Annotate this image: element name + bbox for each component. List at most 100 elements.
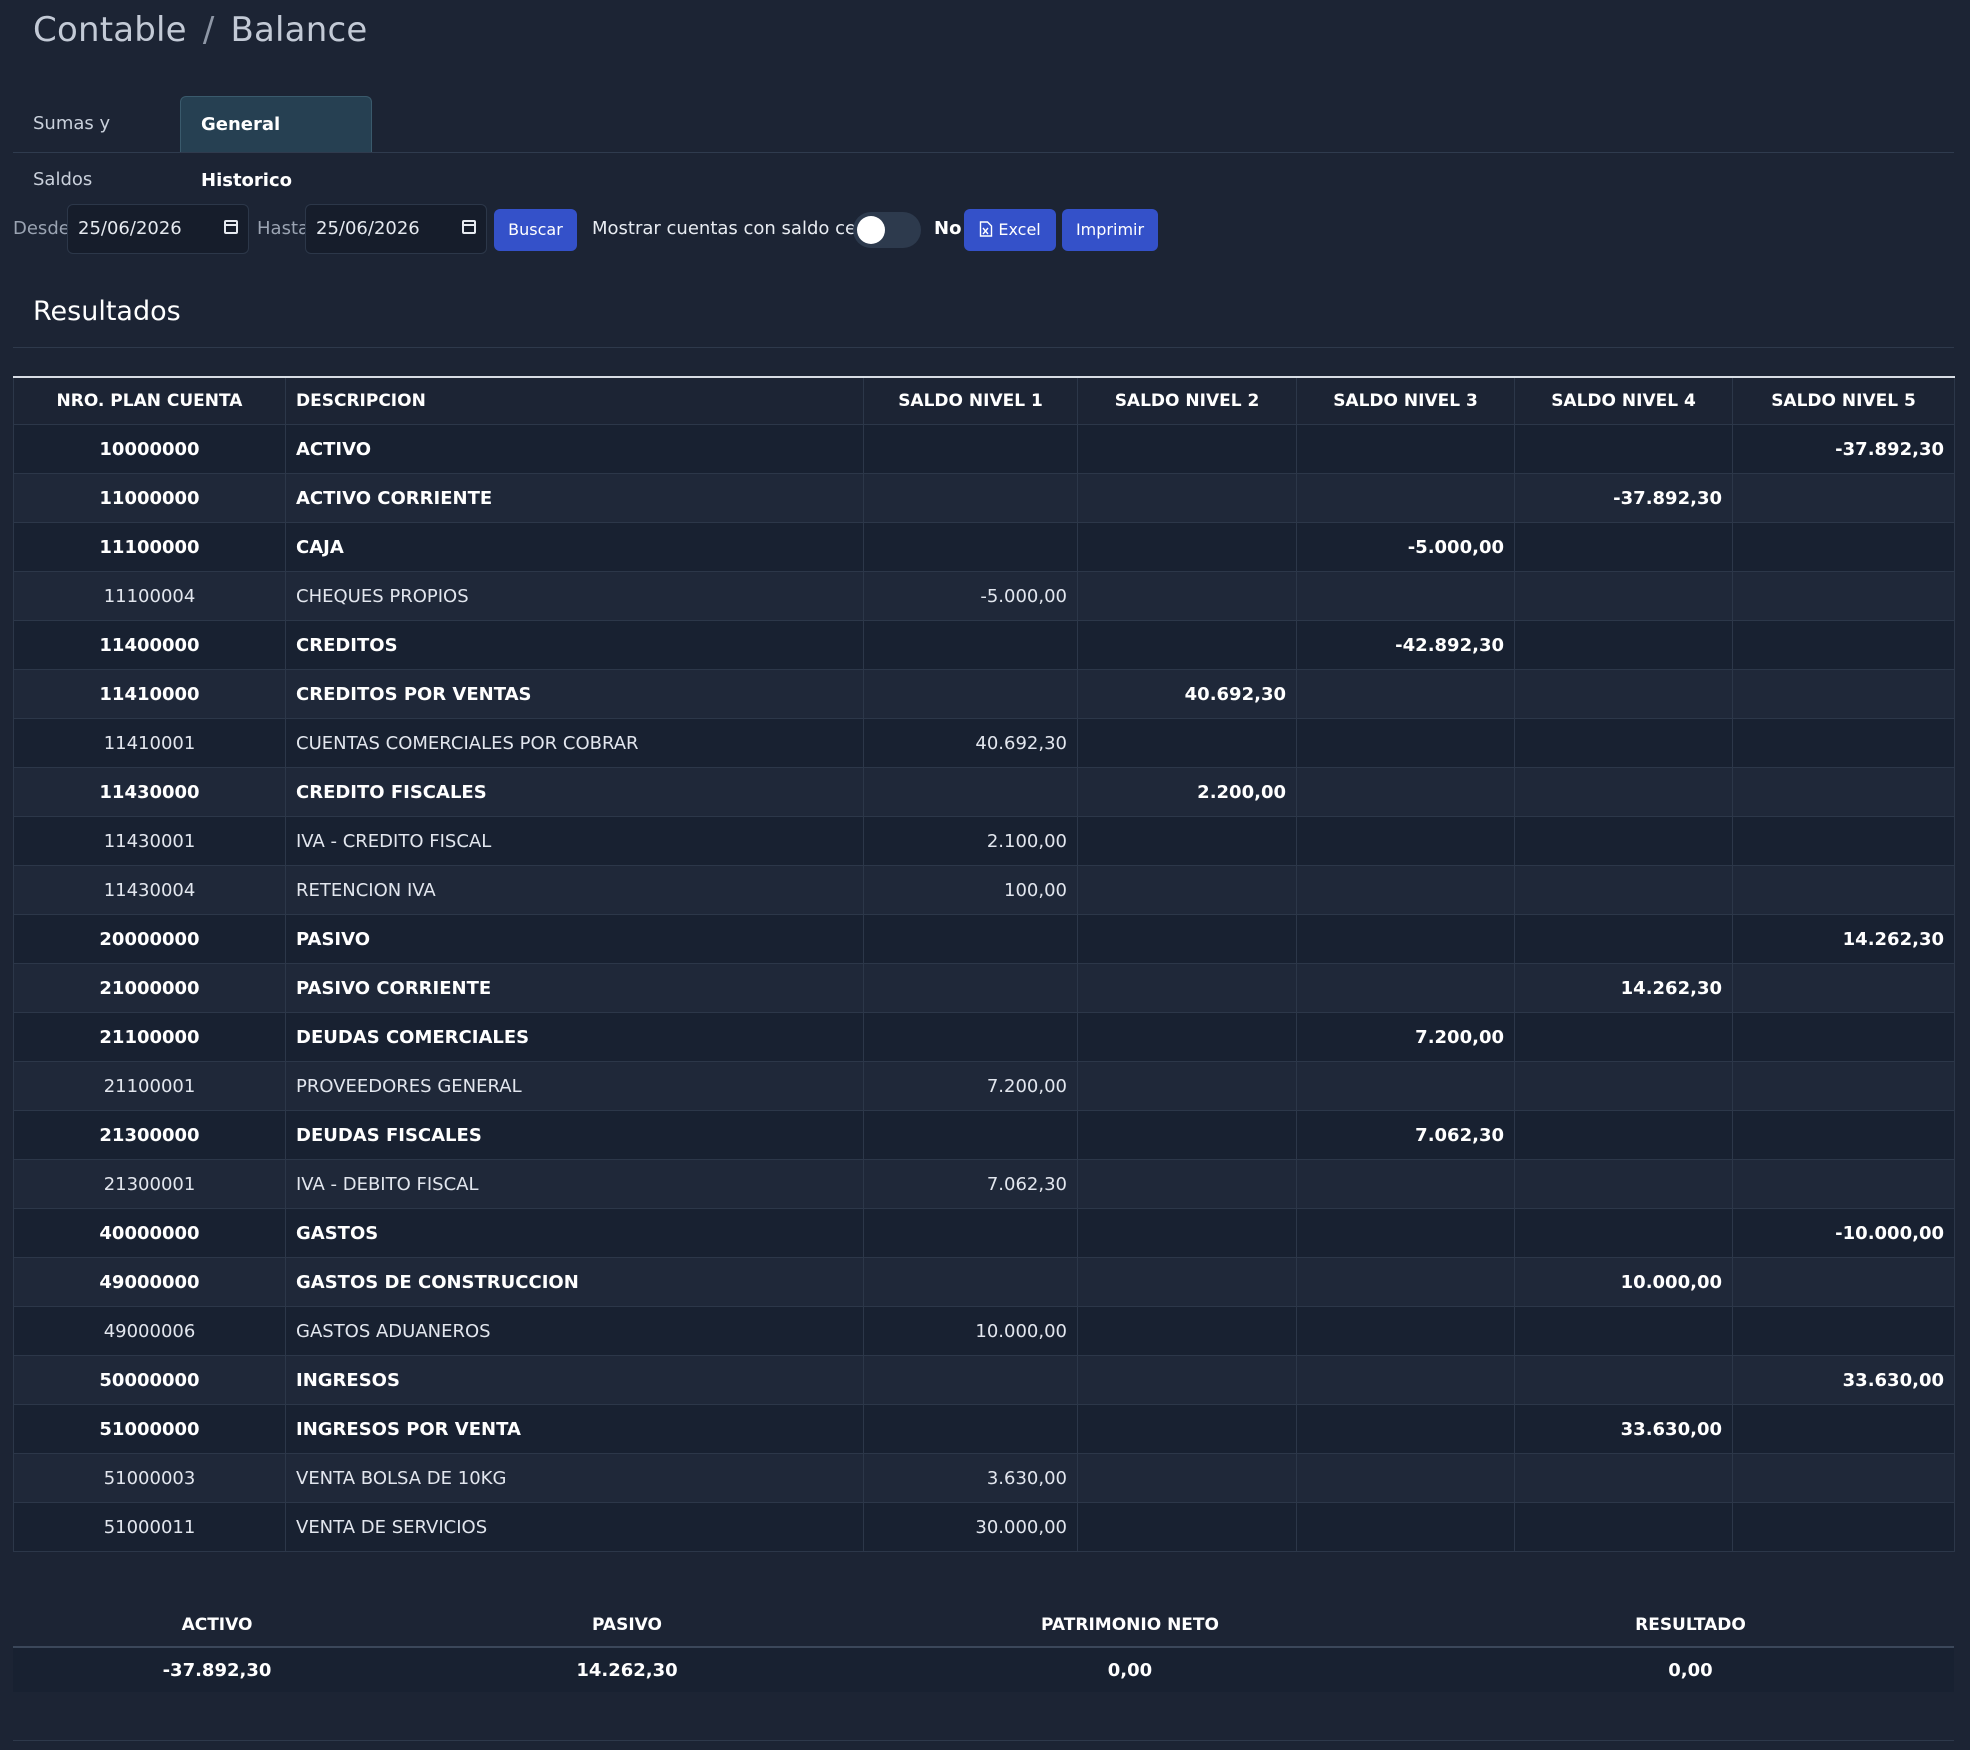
table-row[interactable]: 10000000 ACTIVO -37.892,30: [13, 424, 1955, 474]
cell-descripcion: ACTIVO: [285, 424, 864, 474]
table-header-row: NRO. PLAN CUENTA DESCRIPCION SALDO NIVEL…: [13, 376, 1955, 425]
desde-date-input[interactable]: 25/06/2026: [67, 204, 249, 254]
column-header-saldo-nivel-2[interactable]: SALDO NIVEL 2: [1077, 376, 1297, 425]
cell-saldo-nivel-3: [1296, 1453, 1515, 1503]
column-header-descripcion[interactable]: DESCRIPCION: [285, 376, 864, 425]
cell-saldo-nivel-1: [863, 1110, 1078, 1160]
cell-saldo-nivel-3: [1296, 963, 1515, 1013]
cell-descripcion: INGRESOS: [285, 1355, 864, 1405]
cell-saldo-nivel-4: [1514, 1208, 1733, 1258]
cell-nro-plan-cuenta: 11410000: [13, 669, 286, 719]
zero-balance-toggle[interactable]: [853, 212, 921, 248]
cell-saldo-nivel-3: [1296, 914, 1515, 964]
cell-saldo-nivel-1: [863, 963, 1078, 1013]
page-title: Balance: [230, 10, 368, 50]
summary-value-activo: -37.892,30: [13, 1647, 421, 1692]
cell-saldo-nivel-4: [1514, 669, 1733, 719]
cell-descripcion: CREDITO FISCALES: [285, 767, 864, 817]
table-row[interactable]: 11410001 CUENTAS COMERCIALES POR COBRAR 40…: [13, 718, 1955, 768]
column-header-saldo-nivel-3[interactable]: SALDO NIVEL 3: [1296, 376, 1515, 425]
cell-saldo-nivel-5: [1732, 1061, 1955, 1111]
breadcrumb-section[interactable]: Contable: [33, 10, 187, 50]
table-row[interactable]: 21300000 DEUDAS FISCALES 7.062,30: [13, 1110, 1955, 1160]
cell-saldo-nivel-3: 7.062,30: [1296, 1110, 1515, 1160]
filter-bar: Desde 25/06/2026 Hasta 25/06/2026 Buscar…: [0, 204, 1970, 256]
imprimir-button[interactable]: Imprimir: [1062, 209, 1158, 251]
cell-saldo-nivel-2: [1077, 1355, 1297, 1405]
table-row[interactable]: 11430001 IVA - CREDITO FISCAL 2.100,00: [13, 816, 1955, 866]
table-row[interactable]: 21100000 DEUDAS COMERCIALES 7.200,00: [13, 1012, 1955, 1062]
tab-general-historico[interactable]: General Historico: [180, 96, 372, 191]
table-row[interactable]: 11100004 CHEQUES PROPIOS -5.000,00: [13, 571, 1955, 621]
cell-saldo-nivel-3: [1296, 1257, 1515, 1307]
cell-saldo-nivel-5: [1732, 767, 1955, 817]
cell-saldo-nivel-5: [1732, 1012, 1955, 1062]
table-row[interactable]: 49000006 GASTOS ADUANEROS 10.000,00: [13, 1306, 1955, 1356]
summary-value-resultado: 0,00: [1427, 1647, 1954, 1692]
table-row[interactable]: 40000000 GASTOS -10.000,00: [13, 1208, 1955, 1258]
cell-saldo-nivel-3: [1296, 718, 1515, 768]
table-row[interactable]: 11100000 CAJA -5.000,00: [13, 522, 1955, 572]
cell-saldo-nivel-5: [1732, 620, 1955, 670]
cell-saldo-nivel-4: [1514, 1355, 1733, 1405]
cell-saldo-nivel-5: [1732, 1502, 1955, 1552]
table-row[interactable]: 20000000 PASIVO 14.262,30: [13, 914, 1955, 964]
cell-saldo-nivel-4: [1514, 1061, 1733, 1111]
cell-saldo-nivel-5: [1732, 1453, 1955, 1503]
cell-nro-plan-cuenta: 11410001: [13, 718, 286, 768]
table-row[interactable]: 50000000 INGRESOS 33.630,00: [13, 1355, 1955, 1405]
cell-saldo-nivel-3: [1296, 1355, 1515, 1405]
summary-header-activo: ACTIVO: [13, 1604, 421, 1648]
cell-descripcion: IVA - DEBITO FISCAL: [285, 1159, 864, 1209]
table-row[interactable]: 11430004 RETENCION IVA 100,00: [13, 865, 1955, 915]
table-row[interactable]: 11000000 ACTIVO CORRIENTE -37.892,30: [13, 473, 1955, 523]
hasta-date-input[interactable]: 25/06/2026: [305, 204, 487, 254]
table-row[interactable]: 51000003 VENTA BOLSA DE 10KG 3.630,00: [13, 1453, 1955, 1503]
cell-saldo-nivel-4: [1514, 767, 1733, 817]
column-header-saldo-nivel-1[interactable]: SALDO NIVEL 1: [863, 376, 1078, 425]
table-row[interactable]: 21300001 IVA - DEBITO FISCAL 7.062,30: [13, 1159, 1955, 1209]
table-row[interactable]: 51000011 VENTA DE SERVICIOS 30.000,00: [13, 1502, 1955, 1552]
cell-saldo-nivel-4: 14.262,30: [1514, 963, 1733, 1013]
cell-descripcion: GASTOS ADUANEROS: [285, 1306, 864, 1356]
table-row[interactable]: 21000000 PASIVO CORRIENTE 14.262,30: [13, 963, 1955, 1013]
tab-sumas-y-saldos[interactable]: Sumas y Saldos: [13, 96, 181, 190]
calendar-icon[interactable]: [462, 220, 476, 234]
cell-saldo-nivel-4: 33.630,00: [1514, 1404, 1733, 1454]
cell-descripcion: CUENTAS COMERCIALES POR COBRAR: [285, 718, 864, 768]
table-row[interactable]: 21100001 PROVEEDORES GENERAL 7.200,00: [13, 1061, 1955, 1111]
cell-saldo-nivel-2: [1077, 522, 1297, 572]
cell-saldo-nivel-5: [1732, 963, 1955, 1013]
cell-descripcion: GASTOS: [285, 1208, 864, 1258]
cell-saldo-nivel-2: [1077, 1159, 1297, 1209]
table-row[interactable]: 51000000 INGRESOS POR VENTA 33.630,00: [13, 1404, 1955, 1454]
cell-saldo-nivel-5: [1732, 571, 1955, 621]
table-row[interactable]: 11430000 CREDITO FISCALES 2.200,00: [13, 767, 1955, 817]
tab-bar: Sumas y Saldos General Historico: [13, 96, 1954, 191]
cell-saldo-nivel-4: 10.000,00: [1514, 1257, 1733, 1307]
cell-descripcion: DEUDAS FISCALES: [285, 1110, 864, 1160]
cell-saldo-nivel-3: [1296, 1502, 1515, 1552]
cell-nro-plan-cuenta: 51000011: [13, 1502, 286, 1552]
cell-nro-plan-cuenta: 51000003: [13, 1453, 286, 1503]
cell-saldo-nivel-1: 10.000,00: [863, 1306, 1078, 1356]
column-header-saldo-nivel-4[interactable]: SALDO NIVEL 4: [1514, 376, 1733, 425]
summary-table: ACTIVO PASIVO PATRIMONIO NETO RESULTADO …: [13, 1604, 1954, 1692]
column-header-saldo-nivel-5[interactable]: SALDO NIVEL 5: [1732, 376, 1955, 425]
cell-nro-plan-cuenta: 40000000: [13, 1208, 286, 1258]
buscar-button[interactable]: Buscar: [494, 209, 577, 251]
cell-descripcion: CREDITOS: [285, 620, 864, 670]
summary-values-row: -37.892,30 14.262,30 0,00 0,00: [13, 1647, 1954, 1692]
table-row[interactable]: 11400000 CREDITOS -42.892,30: [13, 620, 1955, 670]
cell-saldo-nivel-3: [1296, 1208, 1515, 1258]
column-header-nro-plan-cuenta[interactable]: NRO. PLAN CUENTA: [13, 376, 286, 425]
hasta-date-value: 25/06/2026: [316, 218, 420, 239]
excel-button-label: Excel: [998, 220, 1041, 239]
table-row[interactable]: 49000000 GASTOS DE CONSTRUCCION 10.000,00: [13, 1257, 1955, 1307]
cell-saldo-nivel-1: 2.100,00: [863, 816, 1078, 866]
table-row[interactable]: 11410000 CREDITOS POR VENTAS 40.692,30: [13, 669, 1955, 719]
cell-saldo-nivel-4: [1514, 620, 1733, 670]
desde-label: Desde: [13, 218, 70, 239]
excel-button[interactable]: Excel: [964, 209, 1056, 251]
calendar-icon[interactable]: [224, 220, 238, 234]
